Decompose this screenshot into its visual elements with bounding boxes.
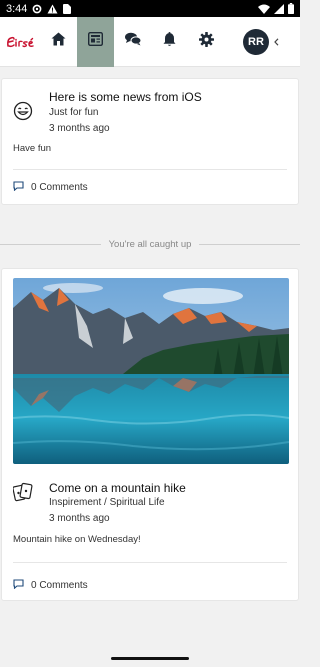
sim-card-icon	[63, 3, 72, 14]
comments-link[interactable]: 0 Comments	[13, 579, 88, 592]
comment-icon	[13, 579, 24, 592]
post-timestamp: 3 months ago	[49, 513, 110, 524]
chat-icon	[124, 32, 141, 51]
post-title[interactable]: Here is some news from iOS	[49, 90, 202, 104]
news-feed: Here is some news from iOS Just for fun …	[0, 67, 300, 642]
separator-line	[0, 243, 101, 245]
post-image[interactable]	[13, 278, 289, 464]
nav-settings-button[interactable]	[188, 17, 225, 67]
home-indicator[interactable]	[111, 657, 189, 660]
comments-link[interactable]: 0 Comments	[13, 181, 88, 194]
comment-icon	[13, 181, 24, 194]
signal-icon	[274, 3, 284, 14]
post-title[interactable]: Come on a mountain hike	[49, 481, 186, 495]
bell-icon	[163, 31, 176, 52]
battery-icon	[288, 3, 294, 14]
user-menu[interactable]: RR	[243, 28, 279, 55]
post-timestamp: 3 months ago	[49, 123, 110, 134]
cards-icon	[12, 482, 33, 502]
nav-notifications-button[interactable]	[151, 17, 188, 67]
caught-up-separator: You're all caught up	[0, 238, 300, 250]
nav-chat-button[interactable]	[114, 17, 151, 67]
smiley-icon	[13, 101, 33, 121]
warning-status-icon	[47, 4, 58, 14]
separator-line	[199, 243, 300, 245]
divider	[13, 169, 287, 170]
system-navigation-bar	[0, 642, 300, 667]
nav-home-button[interactable]	[40, 17, 77, 67]
post-category[interactable]: Just for fun	[49, 107, 98, 118]
app-logo[interactable]	[0, 17, 40, 67]
top-navigation-bar: RR	[0, 16, 300, 67]
comments-count[interactable]: 0 Comments	[31, 580, 88, 591]
gear-icon	[199, 31, 214, 52]
post-category[interactable]: Inspirement / Spiritual Life	[49, 497, 165, 508]
wifi-icon	[258, 4, 270, 14]
post-body: Have fun	[13, 143, 52, 154]
comments-count[interactable]: 0 Comments	[31, 182, 88, 193]
chevron-left-icon	[274, 33, 279, 51]
nav-news-button[interactable]	[77, 16, 114, 67]
status-time: 3:44	[6, 2, 28, 15]
divider	[13, 562, 287, 563]
post-body: Mountain hike on Wednesday!	[13, 534, 141, 545]
settings-status-icon	[32, 4, 42, 14]
post-card[interactable]: Come on a mountain hike Inspirement / Sp…	[1, 268, 299, 601]
post-card[interactable]: Here is some news from iOS Just for fun …	[1, 78, 299, 205]
home-icon	[51, 32, 66, 51]
newspaper-icon	[87, 31, 104, 51]
caught-up-text: You're all caught up	[108, 238, 192, 250]
status-bar: 3:44	[0, 0, 300, 17]
avatar[interactable]: RR	[243, 28, 269, 55]
